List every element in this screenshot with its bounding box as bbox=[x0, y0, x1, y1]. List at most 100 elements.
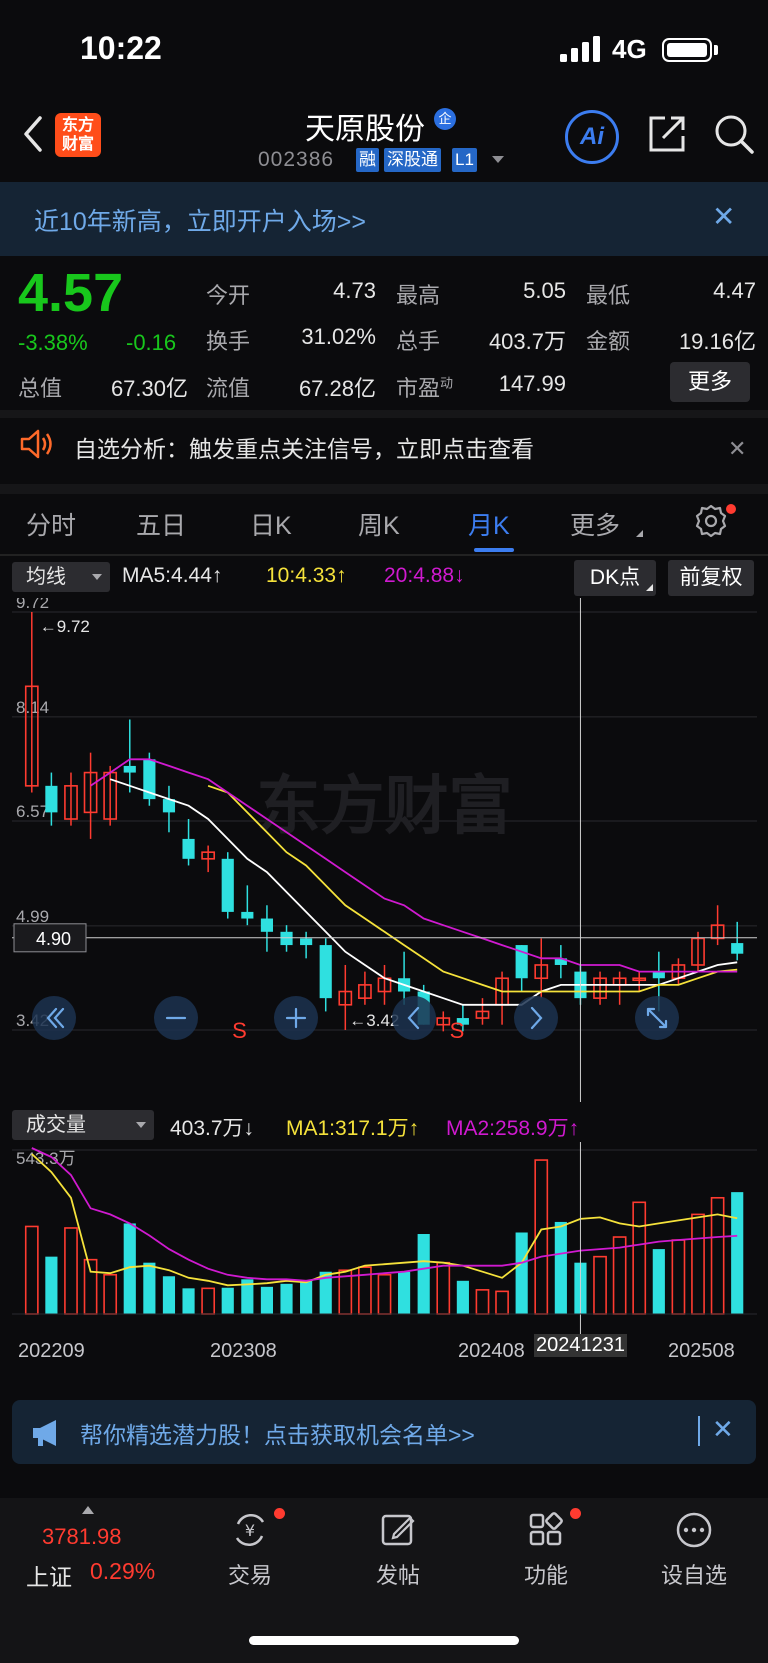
zoom-out-button[interactable] bbox=[154, 996, 198, 1040]
volume-bar bbox=[398, 1271, 411, 1314]
code-dropdown-icon[interactable] bbox=[492, 156, 504, 163]
crosshair-date-label: 20241231 bbox=[534, 1334, 627, 1357]
apps-grid-icon[interactable] bbox=[526, 1510, 566, 1550]
volume-bar bbox=[143, 1262, 156, 1314]
max-price-marker: ←9.72 bbox=[40, 617, 90, 636]
active-tab-indicator bbox=[474, 548, 514, 552]
volume-bar bbox=[456, 1280, 469, 1314]
volume-bar bbox=[300, 1280, 313, 1314]
volume-chart[interactable]: 543.3万 bbox=[12, 1142, 757, 1336]
volume-bar bbox=[45, 1256, 58, 1314]
index-name[interactable]: 上证 bbox=[26, 1558, 72, 1592]
ai-button[interactable]: Ai bbox=[565, 110, 619, 164]
volume-ma2: MA2:258.9万↑ bbox=[446, 1117, 580, 1140]
logo-line1: 东方 bbox=[61, 117, 94, 134]
volume-bar bbox=[731, 1192, 744, 1314]
svg-text:¥: ¥ bbox=[245, 1521, 255, 1540]
megaphone-icon bbox=[33, 1420, 56, 1446]
close-icon[interactable]: ✕ bbox=[712, 200, 735, 233]
candle-body bbox=[260, 918, 274, 932]
candle-body bbox=[221, 858, 234, 912]
volume-bar bbox=[260, 1286, 274, 1314]
tab-daily-k[interactable]: 日K bbox=[250, 506, 292, 542]
candle-body bbox=[300, 938, 313, 946]
button-circle bbox=[392, 996, 436, 1040]
trade-icon[interactable]: ¥ bbox=[230, 1510, 270, 1550]
volume-bar bbox=[515, 1232, 528, 1314]
y-tick-label: 9.72 bbox=[16, 598, 49, 612]
nav-watchlist-label[interactable]: 设自选 bbox=[649, 1558, 739, 1590]
app-logo[interactable]: 东方 财富 bbox=[55, 113, 101, 157]
watermark: 东方财富 bbox=[257, 770, 513, 844]
close-icon[interactable]: ✕ bbox=[712, 1414, 734, 1445]
divider bbox=[0, 484, 768, 494]
index-change[interactable]: 0.29% bbox=[90, 1558, 155, 1585]
network-type: 4G bbox=[612, 34, 647, 64]
turnover-label: 换手 bbox=[206, 329, 251, 354]
indicator-select[interactable]: 均线 bbox=[12, 562, 110, 592]
candle-body bbox=[731, 943, 744, 954]
turnover-value: 31.02% bbox=[301, 324, 376, 349]
battery-tip bbox=[714, 45, 718, 55]
scroll-left-button[interactable] bbox=[392, 996, 436, 1040]
high-value: 5.05 bbox=[523, 278, 566, 303]
tab-weekly-k[interactable]: 周K bbox=[358, 506, 400, 542]
volume-value-label: 403.7万↓ bbox=[170, 1117, 255, 1140]
volume-bar bbox=[221, 1287, 234, 1314]
search-icon[interactable] bbox=[712, 112, 756, 156]
divider bbox=[0, 410, 768, 418]
fullscreen-button[interactable] bbox=[635, 996, 679, 1040]
tab-five-day[interactable]: 五日 bbox=[136, 506, 186, 542]
notification-dot bbox=[570, 1508, 581, 1519]
float-value: 67.28亿 bbox=[298, 376, 376, 401]
zoom-in-button[interactable] bbox=[274, 996, 318, 1040]
x-axis-label: 202508 bbox=[668, 1340, 735, 1362]
gear-icon[interactable] bbox=[694, 504, 728, 538]
open-value: 4.73 bbox=[333, 278, 376, 303]
nav-trade-label[interactable]: 交易 bbox=[205, 1558, 295, 1590]
alert-text[interactable]: 自选分析：触发重点关注信号，立即点击查看 bbox=[74, 430, 534, 464]
nav-function-label[interactable]: 功能 bbox=[501, 1558, 591, 1590]
adjust-button[interactable]: 前复权 bbox=[668, 560, 754, 596]
volume-value: 403.7万 bbox=[488, 329, 566, 354]
volume-indicator-select[interactable]: 成交量 bbox=[12, 1110, 154, 1140]
home-indicator[interactable] bbox=[249, 1636, 519, 1645]
close-icon[interactable]: ✕ bbox=[728, 436, 746, 462]
change-percent: -3.38% bbox=[18, 330, 88, 355]
tab-more[interactable]: 更多 bbox=[570, 506, 620, 542]
notification-dot bbox=[274, 1508, 285, 1519]
volume-bar bbox=[554, 1221, 567, 1314]
min-price-marker: ←3.42 bbox=[349, 1011, 399, 1030]
promo-banner-text[interactable]: 近10年新高，立即开户入场>> bbox=[34, 202, 366, 238]
stock-name[interactable]: 天原股份 bbox=[305, 104, 425, 148]
y-tick-label: 6.57 bbox=[16, 802, 49, 821]
dk-point-button[interactable]: DK点 bbox=[574, 560, 656, 596]
more-button[interactable]: 更多 bbox=[670, 362, 750, 402]
expand-up-icon[interactable] bbox=[82, 1506, 94, 1514]
promo-banner-2-text[interactable]: 帮你精选潜力股！点击获取机会名单>> bbox=[80, 1416, 475, 1450]
share-icon[interactable] bbox=[645, 112, 689, 156]
speaker-icon bbox=[20, 429, 52, 459]
x-axis-label: 202209 bbox=[18, 1340, 85, 1362]
candlestick-chart[interactable]: 9.728.146.574.993.42东方财富←9.72←3.424.90SS bbox=[12, 598, 757, 1102]
candle-body bbox=[241, 911, 254, 919]
candle-body bbox=[652, 971, 665, 979]
signal-mark: S bbox=[232, 1018, 247, 1043]
candle-body bbox=[280, 931, 293, 946]
dk-corner-icon bbox=[646, 584, 653, 591]
back-arrow-icon[interactable] bbox=[18, 112, 48, 156]
low-value: 4.47 bbox=[713, 278, 756, 303]
fast-rewind-button[interactable] bbox=[32, 996, 76, 1040]
nav-post-label[interactable]: 发帖 bbox=[353, 1558, 443, 1590]
more-dots-icon[interactable] bbox=[674, 1510, 714, 1550]
x-axis-label: 202308 bbox=[210, 1340, 277, 1362]
signal-icon bbox=[560, 36, 600, 62]
scroll-right-button[interactable] bbox=[514, 996, 558, 1040]
edit-post-icon[interactable] bbox=[378, 1510, 418, 1550]
volume-select-label: 成交量 bbox=[26, 1114, 86, 1136]
tab-monthly-k[interactable]: 月K bbox=[468, 506, 510, 542]
battery-icon bbox=[662, 38, 712, 62]
tab-intraday[interactable]: 分时 bbox=[26, 506, 76, 542]
index-value[interactable]: 3781.98 bbox=[42, 1524, 122, 1550]
stock-code[interactable]: 002386 bbox=[258, 148, 334, 172]
